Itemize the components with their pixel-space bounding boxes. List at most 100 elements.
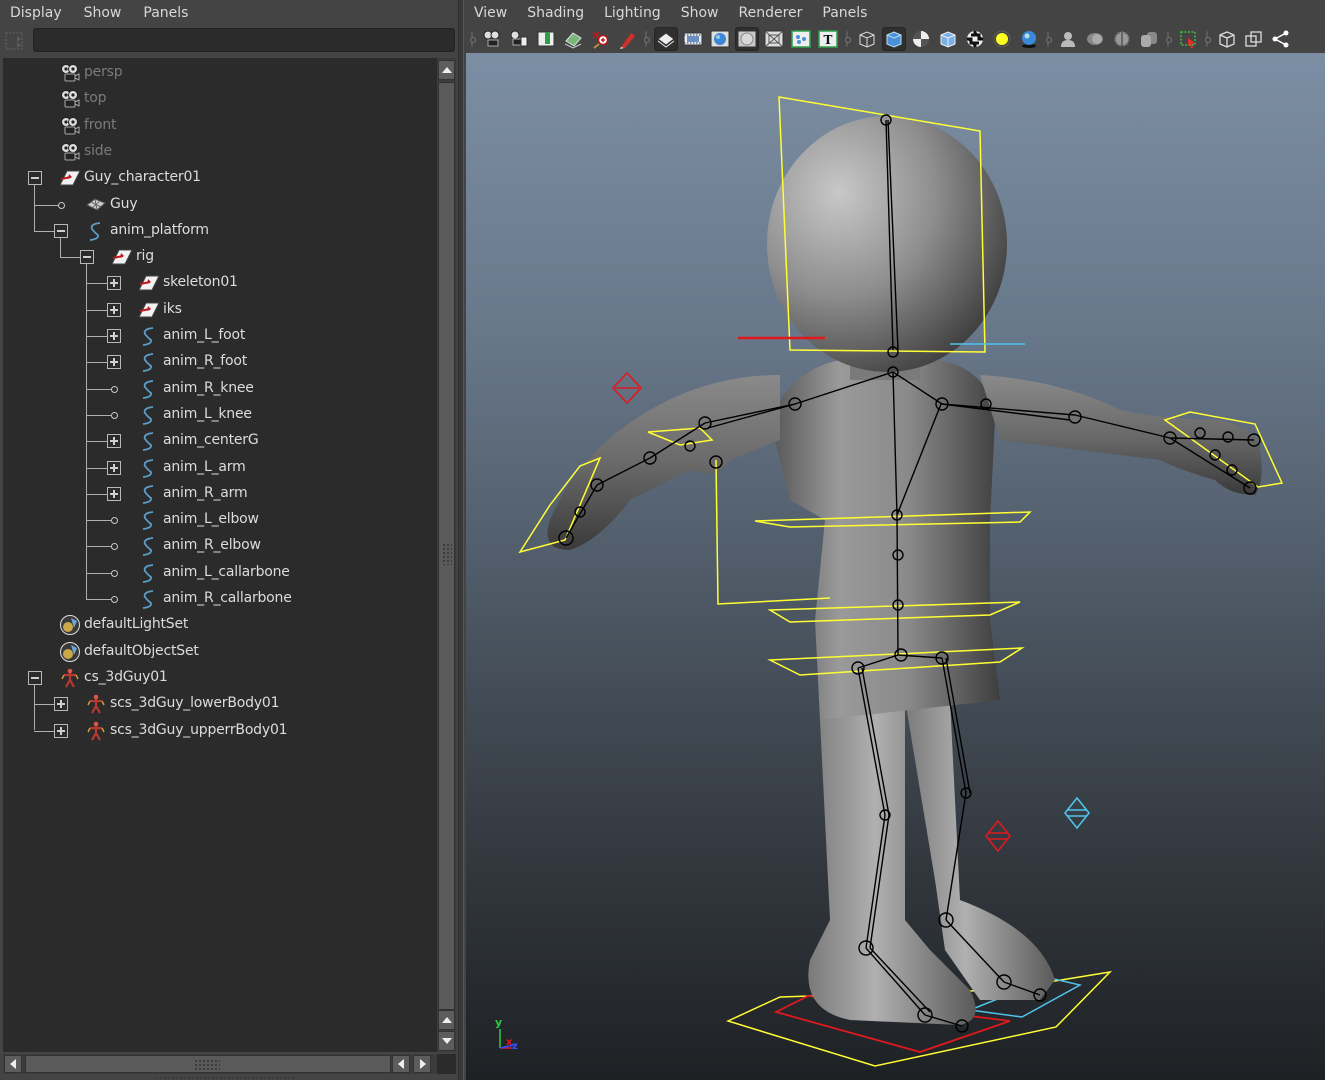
outliner-item[interactable]: cs_3dGuy01 <box>3 665 433 691</box>
scroll-left-button-right[interactable] <box>392 1055 410 1073</box>
outliner-item[interactable]: scs_3dGuy_lowerBody01 <box>3 691 433 717</box>
outliner-item[interactable]: iks <box>3 297 433 323</box>
outliner-item[interactable]: rig <box>3 244 433 270</box>
grid-button[interactable] <box>653 26 678 51</box>
multisample-aa-button[interactable] <box>1110 27 1134 51</box>
outliner-item[interactable]: anim_L_knee <box>3 402 433 428</box>
safe-action-button[interactable] <box>789 27 813 51</box>
menu-show[interactable]: Show <box>671 5 729 21</box>
outliner-item[interactable]: top <box>3 86 433 112</box>
xray-button[interactable] <box>936 27 960 51</box>
motion-blur-button[interactable] <box>1083 27 1107 51</box>
outliner-item[interactable]: front <box>3 113 433 139</box>
field-chart-button[interactable] <box>762 27 786 51</box>
toolbar-separator[interactable] <box>844 29 851 49</box>
outliner-item[interactable]: anim_L_arm <box>3 455 433 481</box>
toolbar-separator[interactable] <box>1204 29 1211 49</box>
anim-l-elbow-control[interactable] <box>611 371 643 405</box>
outliner-item[interactable]: Guy_character01 <box>3 165 433 191</box>
3d-viewport[interactable]: y x z <box>466 53 1325 1080</box>
outliner-item[interactable]: anim_platform <box>3 218 433 244</box>
toolbar-separator[interactable] <box>1165 29 1172 49</box>
outliner-item[interactable]: scs_3dGuy_upperrBody01 <box>3 718 433 744</box>
collapse-icon[interactable] <box>80 250 94 265</box>
toolbar-separator[interactable] <box>1045 29 1052 49</box>
expand-icon[interactable] <box>107 460 121 475</box>
expand-icon[interactable] <box>107 329 121 343</box>
outliner-item[interactable]: persp <box>3 60 433 86</box>
outliner-item[interactable]: anim_R_foot <box>3 349 433 375</box>
outliner-vertical-scrollbar[interactable] <box>437 58 456 1052</box>
filter-icon[interactable] <box>4 31 24 51</box>
xray-active-components-button[interactable] <box>1215 27 1239 51</box>
gate-mask-button[interactable] <box>734 26 759 51</box>
expand-icon[interactable] <box>107 302 121 317</box>
xray-joints-button[interactable] <box>1242 27 1266 51</box>
expand-icon[interactable] <box>107 355 121 370</box>
outliner-item[interactable]: anim_R_knee <box>3 376 433 402</box>
bottom-resize-grip[interactable] <box>155 1076 295 1080</box>
expand-icon[interactable] <box>107 434 121 449</box>
menu-view[interactable]: View <box>464 5 517 21</box>
anim-r-knee-control[interactable] <box>984 819 1012 853</box>
select-camera-button[interactable] <box>480 27 504 51</box>
horizontal-scroll-thumb[interactable] <box>25 1055 391 1073</box>
film-gate-button[interactable] <box>681 27 705 51</box>
scroll-left-button[interactable] <box>4 1055 22 1073</box>
menu-lighting[interactable]: Lighting <box>594 5 671 21</box>
hypershade-graph-button[interactable] <box>1269 27 1293 51</box>
outliner-item[interactable]: anim_L_foot <box>3 323 433 349</box>
anim-l-knee-control[interactable] <box>1063 796 1091 830</box>
expand-icon[interactable] <box>54 723 68 738</box>
expand-icon[interactable] <box>107 486 121 501</box>
image-plane-button[interactable] <box>561 27 585 51</box>
vertical-scroll-thumb[interactable] <box>438 82 455 1010</box>
use-all-lights-button[interactable] <box>990 27 1014 51</box>
outliner-item[interactable]: skeleton01 <box>3 270 433 296</box>
scroll-up-button-bottom[interactable] <box>438 1010 455 1030</box>
menu-show[interactable]: Show <box>73 5 133 21</box>
shadows-button[interactable] <box>1017 27 1041 51</box>
screen-space-ao-button[interactable] <box>1056 27 1080 51</box>
expand-icon[interactable] <box>54 697 68 712</box>
expand-icon[interactable] <box>107 276 121 291</box>
outliner-item[interactable]: defaultLightSet <box>3 612 433 638</box>
outliner-search-input[interactable] <box>33 28 455 52</box>
wireframe-button[interactable] <box>855 27 879 51</box>
2d-pan-zoom-button[interactable] <box>588 27 612 51</box>
safe-title-button[interactable]: T <box>816 27 840 51</box>
scroll-down-button[interactable] <box>438 1031 455 1051</box>
outliner-item[interactable]: anim_R_arm <box>3 481 433 507</box>
outliner-item[interactable]: Guy <box>3 192 433 218</box>
collapse-icon[interactable] <box>28 171 42 186</box>
menu-panels[interactable]: Panels <box>812 5 877 21</box>
toolbar-separator[interactable] <box>643 29 650 49</box>
scroll-right-button[interactable] <box>413 1055 431 1073</box>
outliner-horizontal-scrollbar[interactable] <box>3 1054 437 1074</box>
smooth-shade-all-button[interactable] <box>881 26 906 51</box>
resolution-gate-button[interactable] <box>708 27 732 51</box>
outliner-item[interactable]: side <box>3 139 433 165</box>
menu-shading[interactable]: Shading <box>517 5 594 21</box>
wireframe-on-shaded-button[interactable] <box>909 27 933 51</box>
collapse-icon[interactable] <box>54 223 68 238</box>
scroll-up-button[interactable] <box>438 60 455 80</box>
outliner-item[interactable]: anim_R_callarbone <box>3 586 433 612</box>
menu-display[interactable]: Display <box>0 5 73 21</box>
camera-icon <box>59 88 81 110</box>
grease-pencil-button[interactable] <box>615 27 639 51</box>
collapse-icon[interactable] <box>28 670 42 685</box>
depth-of-field-button[interactable] <box>1137 27 1161 51</box>
isolate-select-button[interactable] <box>1176 27 1200 51</box>
outliner-item[interactable]: defaultObjectSet <box>3 639 433 665</box>
default-material-button[interactable] <box>963 27 987 51</box>
outliner-item[interactable]: anim_L_elbow <box>3 507 433 533</box>
bookmarks-button[interactable] <box>534 27 558 51</box>
camera-attributes-button[interactable] <box>507 27 531 51</box>
outliner-item[interactable]: anim_centerG <box>3 428 433 454</box>
outliner-item[interactable]: anim_R_elbow <box>3 533 433 559</box>
menu-panels[interactable]: Panels <box>132 5 199 21</box>
menu-renderer[interactable]: Renderer <box>728 5 812 21</box>
outliner-item[interactable]: anim_L_callarbone <box>3 560 433 586</box>
toolbar-separator[interactable] <box>469 29 476 49</box>
